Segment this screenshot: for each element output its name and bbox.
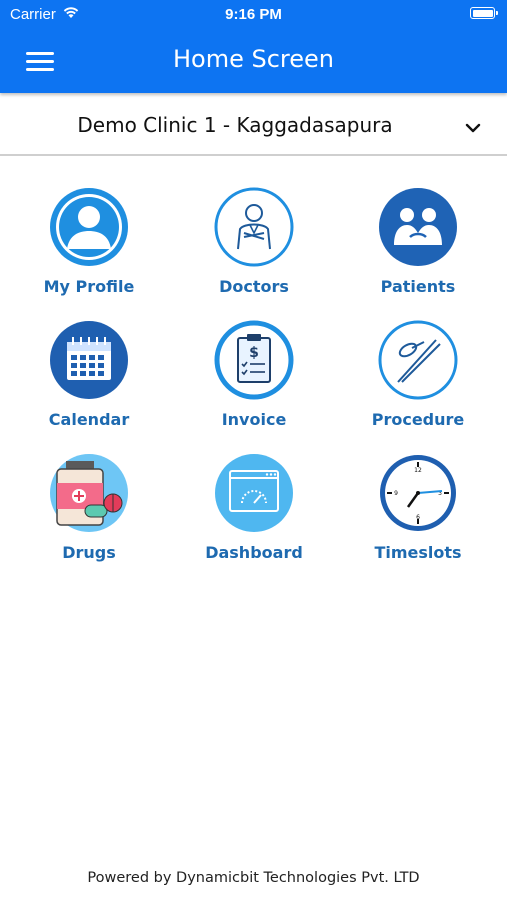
tile-timeslots[interactable]: 12 3 6 9 Timeslots	[343, 453, 493, 573]
patients-icon	[379, 188, 457, 266]
tile-my-profile[interactable]: My Profile	[14, 187, 164, 307]
page-title: Home Screen	[172, 45, 334, 73]
tile-label: My Profile	[43, 277, 135, 296]
clinic-selector[interactable]: Demo Clinic 1 - Kaggadasapura	[0, 94, 507, 156]
tile-doctors[interactable]: Doctors	[179, 187, 329, 307]
svg-text:6: 6	[416, 514, 420, 521]
tile-label: Patients	[380, 277, 456, 296]
footer-powered-by: Powered by Dynamicbit Technologies Pvt. …	[87, 870, 420, 886]
tile-label: Dashboard	[205, 543, 303, 562]
tile-label: Invoice	[221, 410, 287, 429]
status-time: 9:16 PM	[225, 6, 282, 23]
app-header: Carrier 9:16 PM Home Screen	[0, 0, 507, 93]
svg-text:12: 12	[414, 467, 422, 474]
doctor-icon	[214, 187, 294, 267]
tile-label: Timeslots	[374, 543, 462, 562]
svg-text:9: 9	[394, 490, 398, 497]
dashboard-icon	[215, 454, 293, 532]
tile-label: Procedure	[371, 410, 465, 429]
chevron-down-icon[interactable]	[464, 122, 482, 134]
calendar-icon	[50, 321, 128, 399]
svg-text:$: $	[249, 345, 259, 361]
tile-drugs[interactable]: Drugs	[14, 453, 164, 573]
tile-patients[interactable]: Patients	[343, 187, 493, 307]
profile-icon	[50, 188, 128, 266]
tile-calendar[interactable]: Calendar	[14, 320, 164, 440]
tile-procedure[interactable]: Procedure	[343, 320, 493, 440]
tile-dashboard[interactable]: Dashboard	[179, 453, 329, 573]
invoice-icon: $	[214, 320, 294, 400]
clinic-selector-value: Demo Clinic 1 - Kaggadasapura	[77, 113, 393, 137]
drugs-icon	[50, 454, 128, 532]
procedure-icon	[378, 320, 458, 400]
battery-icon	[470, 7, 498, 19]
tile-label: Doctors	[219, 277, 289, 296]
status-bar: Carrier 9:16 PM	[0, 0, 507, 28]
tile-label: Drugs	[62, 543, 116, 562]
tile-label: Calendar	[48, 410, 130, 429]
clock-icon: 12369	[380, 455, 456, 531]
tile-invoice[interactable]: $ Invoice	[179, 320, 329, 440]
